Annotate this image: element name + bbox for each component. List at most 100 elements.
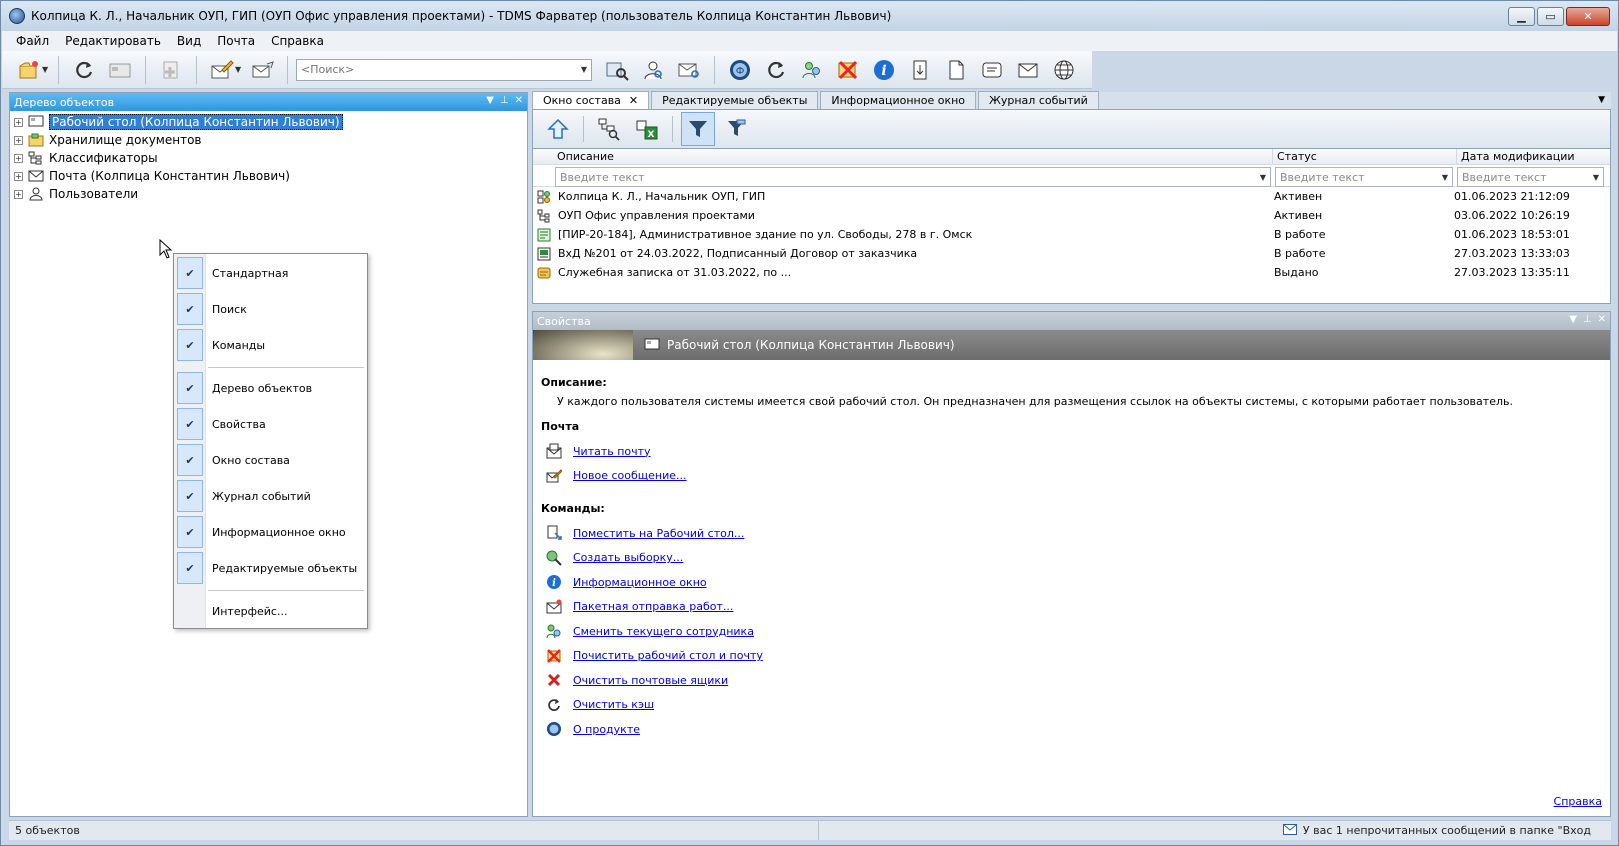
table-row[interactable]: ВхД №201 от 24.03.2022, Подписанный Дого… <box>533 244 1610 263</box>
status-filter-input[interactable]: Введите текст ▼ <box>1275 167 1453 187</box>
new-message-link[interactable]: Новое сообщение... <box>573 469 687 482</box>
expand-icon[interactable]: + <box>14 189 23 199</box>
new-object-dropdown-icon[interactable]: ▼ <box>42 65 50 74</box>
menu-item-commands[interactable]: ✔ Команды <box>174 328 367 362</box>
filter-button[interactable] <box>681 112 715 146</box>
close-icon[interactable]: ✕ <box>515 95 523 106</box>
properties-button[interactable] <box>103 54 137 86</box>
expand-icon[interactable]: + <box>14 171 23 181</box>
search-input[interactable] <box>301 63 561 76</box>
clean-desktop-button[interactable] <box>831 54 865 86</box>
chevron-down-icon[interactable]: ▼ <box>581 65 587 74</box>
minimize-button[interactable]: ▁ <box>1508 7 1535 26</box>
column-status[interactable]: Статус <box>1273 149 1457 164</box>
new-object-button[interactable] <box>12 54 46 86</box>
chevron-down-icon[interactable]: ▼ <box>1260 173 1266 182</box>
add-button[interactable] <box>154 54 188 86</box>
menu-item-standard[interactable]: ✔ Стандартная <box>174 256 367 290</box>
export-excel-button[interactable]: X <box>630 112 664 146</box>
document-button[interactable] <box>939 54 973 86</box>
new-message-button[interactable] <box>205 54 239 86</box>
tree-item-desktop[interactable]: + Рабочий стол (Колпица Константин Львов… <box>14 113 523 131</box>
mail-notification[interactable]: У вас 1 непрочитанных сообщений в папке … <box>1282 823 1591 838</box>
refresh-button[interactable] <box>67 54 101 86</box>
create-query-link[interactable]: Создать выборку... <box>573 551 683 564</box>
table-row[interactable]: Колпица К. Л., Начальник ОУП, ГИП Активе… <box>533 187 1610 206</box>
menu-item-composition-window[interactable]: ✔ Окно состава <box>174 443 367 477</box>
search-combobox[interactable]: ▼ <box>296 58 592 81</box>
put-on-desktop-link[interactable]: Поместить на Рабочий стол... <box>573 527 744 540</box>
help-link[interactable]: Справка <box>1554 795 1602 808</box>
info-window-button[interactable]: i <box>867 54 901 86</box>
info-window-link[interactable]: Информационное окно <box>573 576 707 589</box>
about-product-button[interactable]: Ф <box>723 54 757 86</box>
menu-mail[interactable]: Почта <box>209 34 263 48</box>
tab-info-window[interactable]: Информационное окно <box>820 91 977 109</box>
menu-edit[interactable]: Редактировать <box>57 34 169 48</box>
clear-cache-button[interactable] <box>759 54 793 86</box>
close-icon[interactable]: ✕ <box>629 94 638 107</box>
menu-item-properties[interactable]: ✔ Свойства <box>174 407 367 441</box>
tree-item-users[interactable]: + Пользователи <box>14 185 523 203</box>
send-button[interactable] <box>245 54 279 86</box>
close-icon[interactable]: ✕ <box>1598 314 1606 325</box>
table-row[interactable]: ОУП Офис управления проектами Активен 03… <box>533 206 1610 225</box>
expand-icon[interactable]: + <box>14 135 23 145</box>
new-message-dropdown-icon[interactable]: ▼ <box>235 65 243 74</box>
panel-menu-icon[interactable]: ▼ <box>486 95 494 106</box>
info-icon: i <box>545 573 563 591</box>
note-button[interactable] <box>975 54 1009 86</box>
web-button[interactable] <box>1047 54 1081 86</box>
chevron-down-icon[interactable]: ▼ <box>1442 173 1448 182</box>
tabs-dropdown-icon[interactable]: ▼ <box>1598 95 1605 105</box>
expand-icon[interactable]: + <box>14 153 23 163</box>
menu-item-search[interactable]: ✔ Поиск <box>174 292 367 326</box>
clean-desktop-link[interactable]: Почистить рабочий стол и почту <box>573 649 763 662</box>
find-in-tree-button[interactable] <box>592 112 626 146</box>
search-mail-button[interactable] <box>672 54 706 86</box>
column-date[interactable]: Дата модификации <box>1457 149 1610 164</box>
menu-view[interactable]: Вид <box>169 34 209 48</box>
menu-item-object-tree[interactable]: ✔ Дерево объектов <box>174 371 367 405</box>
tree-item-storage[interactable]: + Хранилище документов <box>14 131 523 149</box>
go-up-button[interactable] <box>541 112 575 146</box>
clear-mailboxes-link[interactable]: Очистить почтовые ящики <box>573 674 728 687</box>
tab-composition[interactable]: Окно состава ✕ <box>532 91 650 109</box>
pin-icon[interactable]: ⊥ <box>500 95 509 106</box>
tree-item-mail[interactable]: + Почта (Колпица Константин Львович) <box>14 167 523 185</box>
panel-header: Свойства ▼ ⊥ ✕ <box>533 312 1610 330</box>
chevron-down-icon[interactable]: ▼ <box>1593 173 1599 182</box>
maximize-button[interactable]: ▭ <box>1537 7 1564 26</box>
bookmark-button[interactable] <box>903 54 937 86</box>
column-description[interactable]: Описание <box>533 149 1273 164</box>
close-button[interactable]: ✕ <box>1566 7 1610 26</box>
panel-menu-icon[interactable]: ▼ <box>1569 314 1577 325</box>
menu-file[interactable]: Файл <box>8 34 57 48</box>
expand-icon[interactable]: + <box>14 117 23 127</box>
menu-help[interactable]: Справка <box>263 34 332 48</box>
change-employee-button[interactable] <box>795 54 829 86</box>
menu-item-editable-objects[interactable]: ✔ Редактируемые объекты <box>174 551 367 585</box>
switch-employee-link[interactable]: Сменить текущего сотрудника <box>573 625 754 638</box>
tab-editable-objects[interactable]: Редактируемые объекты <box>651 91 819 109</box>
description-filter-input[interactable]: Введите текст ▼ <box>555 167 1271 187</box>
date-filter-input[interactable]: Введите текст ▼ <box>1457 167 1604 187</box>
menu-item-interface[interactable]: Интерфейс... <box>174 594 367 628</box>
employee-icon <box>536 190 552 204</box>
table-row[interactable]: Служебная записка от 31.03.2022, по ... … <box>533 263 1610 282</box>
tab-event-log[interactable]: Журнал событий <box>978 91 1099 109</box>
globe-icon <box>1054 60 1074 79</box>
table-row[interactable]: [ПИР-20-184], Административное здание по… <box>533 225 1610 244</box>
menu-item-event-log[interactable]: ✔ Журнал событий <box>174 479 367 513</box>
read-mail-link[interactable]: Читать почту <box>573 445 651 458</box>
filter-settings-button[interactable] <box>719 112 753 146</box>
pin-icon[interactable]: ⊥ <box>1583 314 1592 325</box>
tree-item-classifiers[interactable]: + Классификаторы <box>14 149 523 167</box>
clear-cache-link[interactable]: Очистить кэш <box>573 698 654 711</box>
batch-send-link[interactable]: Пакетная отправка работ... <box>573 600 733 613</box>
about-product-link[interactable]: О продукте <box>573 723 640 736</box>
batch-send-button[interactable] <box>1011 54 1045 86</box>
search-documents-button[interactable] <box>600 54 634 86</box>
search-users-button[interactable] <box>636 54 670 86</box>
menu-item-info-window[interactable]: ✔ Информационное окно <box>174 515 367 549</box>
